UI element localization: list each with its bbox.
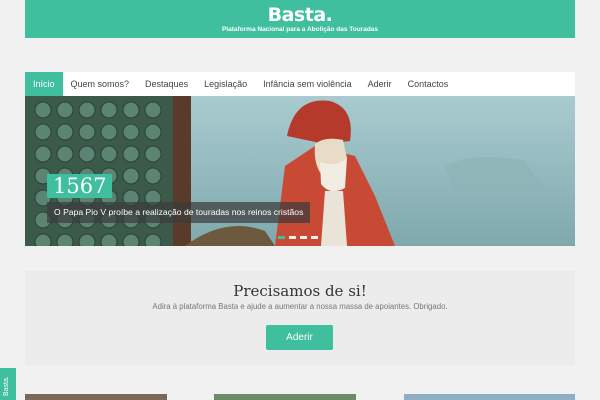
site-logo[interactable]: Basta. [268,5,333,25]
nav-item-infancia[interactable]: Infância sem violência [255,72,360,96]
nav-item-aderir[interactable]: Aderir [360,72,400,96]
post-thumbnail[interactable] [404,394,575,400]
side-tab[interactable]: Basta. [0,368,16,400]
hero-slider[interactable] [25,96,575,246]
hero-caption: O Papa Pio V proíbe a realização de tour… [47,202,311,223]
nav-item-destaques[interactable]: Destaques [137,72,196,96]
nav-item-legislacao[interactable]: Legislação [196,72,255,96]
slider-dot[interactable] [289,236,296,239]
cta-panel: Precisamos de si! Adira à plataforma Bas… [25,271,575,365]
slider-dots [278,236,318,239]
hero-year: 1567 [47,174,113,198]
site-header: Basta. Plataforma Nacional para a Aboliç… [25,0,575,38]
slider-dot[interactable] [278,236,285,239]
main-nav: Início Quem somos? Destaques Legislação … [25,72,575,96]
cta-subtitle: Adira à plataforma Basta e ajude a aumen… [152,302,448,311]
cta-title: Precisamos de si! [233,282,367,300]
slider-dot[interactable] [311,236,318,239]
nav-item-inicio[interactable]: Início [25,72,63,96]
nav-item-contactos[interactable]: Contactos [400,72,457,96]
aderir-button[interactable]: Aderir [266,325,333,350]
post-thumbnail[interactable] [214,394,356,400]
slider-dot[interactable] [300,236,307,239]
post-thumbnail[interactable] [25,394,167,400]
site-tagline: Plataforma Nacional para a Abolição das … [221,25,379,33]
hero-painting [25,96,575,246]
nav-item-quem-somos[interactable]: Quem somos? [63,72,138,96]
side-tab-label: Basta. [3,376,10,396]
